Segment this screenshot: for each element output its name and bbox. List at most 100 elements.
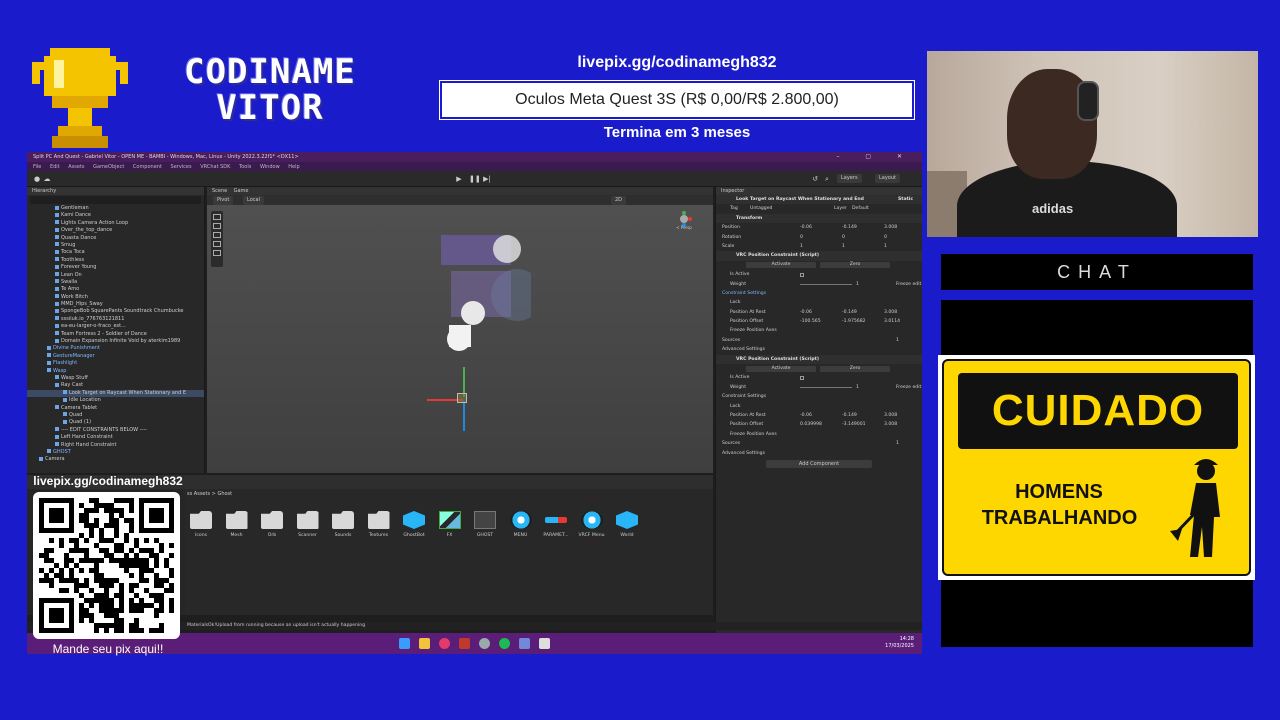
hierarchy-item[interactable]: GestureManager — [27, 353, 204, 360]
hierarchy-item[interactable]: Wasp — [27, 368, 204, 375]
pause-button[interactable]: ❚❚ — [469, 175, 481, 183]
layers-dropdown[interactable]: Layers — [837, 174, 862, 183]
asset-item[interactable]: FX — [434, 511, 466, 538]
constraint1-po-y[interactable]: -1.975682 — [842, 317, 866, 326]
play-button[interactable]: ▶ — [455, 175, 463, 183]
constraint2-sources-row[interactable]: Sources 1 — [716, 439, 922, 448]
hierarchy-search-input[interactable] — [30, 196, 201, 204]
obs-icon[interactable] — [459, 638, 470, 649]
window-controls[interactable]: – ▢ ✕ — [836, 153, 914, 160]
move-tool-icon[interactable] — [213, 223, 221, 229]
hierarchy-item[interactable]: Lean On — [27, 272, 204, 279]
constraint1-sources-row[interactable]: Sources 1 — [716, 336, 922, 345]
system-tray[interactable]: 14:28 17/03/2025 — [885, 636, 914, 650]
rotation-x-field[interactable]: 0 — [800, 233, 803, 242]
hierarchy-item[interactable]: Te Amo — [27, 286, 204, 293]
rotation-z-field[interactable]: 0 — [884, 233, 887, 242]
constraint2-header[interactable]: VRC Position Constraint (Script) — [716, 354, 922, 365]
hierarchy-item[interactable]: MMD_Hips_Sway — [27, 301, 204, 308]
tag-dropdown[interactable]: Untagged — [750, 204, 772, 213]
asset-item[interactable]: MENU — [505, 511, 537, 538]
hierarchy-item[interactable]: Forever Young — [27, 264, 204, 271]
constraint1-weight-slider[interactable] — [800, 284, 852, 286]
hierarchy-item[interactable]: Quad (1) — [27, 419, 204, 426]
asset-item[interactable]: VRCF Menu — [576, 511, 608, 538]
constraint2-freeze-edit[interactable]: Freeze edit — [896, 383, 921, 392]
app-icon[interactable] — [439, 638, 450, 649]
asset-item[interactable]: GhostBot — [398, 511, 430, 538]
pivot-dropdown[interactable]: Pivot — [213, 196, 234, 205]
menu-edit[interactable]: Edit — [50, 164, 60, 170]
inspector-tab[interactable]: Inspector — [716, 187, 922, 195]
constraint1-freeze-edit[interactable]: Freeze edit — [896, 280, 921, 289]
asset-item[interactable]: Icons — [185, 511, 217, 538]
project-breadcrumb[interactable]: ss Assets > Ghost — [187, 491, 232, 497]
chrome-icon[interactable] — [479, 638, 490, 649]
tab-scene[interactable]: Scene — [212, 188, 227, 194]
pix-qr-code[interactable] — [33, 492, 180, 639]
hierarchy-item[interactable]: Right Hand Constraint — [27, 442, 204, 449]
hierarchy-item[interactable]: Lights Camera Action Loop — [27, 220, 204, 227]
constraint2-par-z[interactable]: 3.008 — [884, 411, 897, 420]
layout-dropdown[interactable]: Layout — [875, 174, 900, 183]
scale-x-field[interactable]: 1 — [800, 242, 803, 251]
constraint1-par-y[interactable]: -0.149 — [842, 308, 857, 317]
constraint2-advanced-foldout[interactable]: Advanced Settings — [716, 449, 922, 458]
constraint2-par-x[interactable]: -0.06 — [800, 411, 812, 420]
constraint1-advanced-foldout[interactable]: Advanced Settings — [716, 345, 922, 354]
constraint2-settings-foldout[interactable]: Constraint Settings — [716, 392, 922, 401]
hierarchy-item[interactable]: Gentleman — [27, 205, 204, 212]
constraint1-header[interactable]: VRC Position Constraint (Script) — [716, 251, 922, 261]
constraint2-is-active-checkbox[interactable] — [800, 376, 804, 381]
menu-window[interactable]: Window — [260, 164, 280, 170]
asset-item[interactable]: Textures — [363, 511, 395, 538]
constraint1-lock-row[interactable]: Lock — [716, 298, 922, 307]
hierarchy-item[interactable]: Camera Tablet — [27, 405, 204, 412]
asset-item[interactable]: Orb — [256, 511, 288, 538]
hierarchy-item[interactable]: sssiiuk.io_776763121811 — [27, 316, 204, 323]
constraint1-weight-value[interactable]: 1 — [856, 280, 859, 289]
hierarchy-item[interactable]: Kami Dance — [27, 212, 204, 219]
asset-item[interactable]: PARAMET... — [540, 511, 572, 538]
discord-icon[interactable] — [519, 638, 530, 649]
constraint1-po-z[interactable]: 3.0114 — [884, 317, 900, 326]
constraint2-fpa-row[interactable]: Freeze Position Axes — [716, 430, 922, 439]
hierarchy-item[interactable]: Left Hand Constraint — [27, 434, 204, 441]
asset-item[interactable]: World — [611, 511, 643, 538]
spotify-icon[interactable] — [499, 638, 510, 649]
menu-file[interactable]: File — [33, 164, 41, 170]
hierarchy-item[interactable]: Quasta Dance — [27, 235, 204, 242]
constraint1-is-active-checkbox[interactable] — [800, 273, 804, 278]
constraint1-par-x[interactable]: -0.06 — [800, 308, 812, 317]
hierarchy-item[interactable]: Divine Punishment — [27, 345, 204, 352]
hierarchy-item[interactable]: Domain Expansion Infinite Void by aterki… — [27, 338, 204, 345]
constraint2-po-y[interactable]: -3.149001 — [842, 420, 866, 429]
hierarchy-item[interactable]: Idle Location — [27, 397, 204, 404]
tab-game[interactable]: Game — [234, 188, 249, 194]
account-icon[interactable]: ● — [33, 175, 41, 183]
menu-component[interactable]: Component — [133, 164, 162, 170]
hierarchy-item[interactable]: Quad — [27, 412, 204, 419]
constraint2-po-z[interactable]: 3.008 — [884, 420, 897, 429]
add-component-button[interactable]: Add Component — [766, 459, 872, 468]
unity-icon[interactable] — [539, 638, 550, 649]
scene-viewport[interactable]: < Persp — [207, 205, 713, 473]
avatar-model[interactable] — [421, 235, 531, 355]
asset-item[interactable]: Sounds — [327, 511, 359, 538]
hierarchy-item[interactable]: Toca Toca — [27, 249, 204, 256]
menu-tools[interactable]: Tools — [239, 164, 251, 170]
constraint1-zero-button[interactable]: Zero — [820, 262, 890, 269]
constraint2-weight-value[interactable]: 1 — [856, 383, 859, 392]
position-y-field[interactable]: -0.149 — [842, 223, 857, 232]
hierarchy-item[interactable]: SpongeBob SquarePants Soundtrack Chumbuc… — [27, 308, 204, 315]
asset-item[interactable]: Scanner — [292, 511, 324, 538]
orientation-gizmo[interactable]: < Persp — [669, 209, 699, 247]
constraint1-par-z[interactable]: 3.008 — [884, 308, 897, 317]
hierarchy-item[interactable]: Ray Cast — [27, 382, 204, 389]
hierarchy-item[interactable]: GHOST — [27, 449, 204, 456]
object-name-field[interactable]: Look Target on Raycast When Stationary a… — [736, 197, 864, 202]
menu-services[interactable]: Services — [171, 164, 192, 170]
rotation-y-field[interactable]: 0 — [842, 233, 845, 242]
hierarchy-item[interactable]: Swalla — [27, 279, 204, 286]
scale-tool-icon[interactable] — [213, 241, 221, 247]
